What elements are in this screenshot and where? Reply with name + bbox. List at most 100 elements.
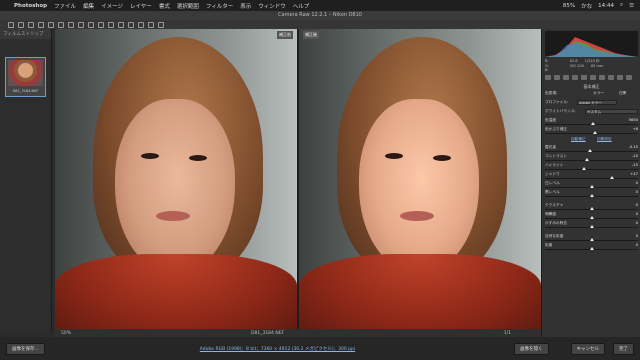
- slider-row: 色温度 5650: [545, 118, 638, 127]
- targeted-adjustment-icon[interactable]: [48, 21, 54, 28]
- tab-snapshots[interactable]: [626, 75, 632, 80]
- zoom-tool-icon[interactable]: [8, 21, 14, 28]
- slider-value[interactable]: -15: [632, 163, 638, 167]
- slider-value[interactable]: 0: [636, 221, 638, 225]
- slider-handle[interactable]: [609, 176, 614, 179]
- slider-handle[interactable]: [589, 185, 594, 188]
- red-eye-icon[interactable]: [98, 21, 104, 28]
- app-menu[interactable]: Photoshop: [14, 3, 47, 9]
- image-preview[interactable]: 補正前 補正後: [55, 29, 541, 329]
- graduated-filter-icon[interactable]: [118, 21, 124, 28]
- tab-detail[interactable]: [563, 75, 569, 80]
- slider-value[interactable]: 0: [636, 190, 638, 194]
- bottom-bar: 画像を保存... Adobe RGB (1998)；8 bit；7360 × 4…: [0, 337, 640, 360]
- slider-handle[interactable]: [589, 207, 594, 210]
- slider-value[interactable]: 0: [636, 212, 638, 216]
- auto-button[interactable]: 自動補正: [571, 137, 586, 142]
- slider-track[interactable]: [545, 133, 638, 134]
- straighten-tool-icon[interactable]: [68, 21, 74, 28]
- slider-handle[interactable]: [584, 158, 589, 161]
- slider-value[interactable]: -0.15: [628, 145, 638, 149]
- adjustments-panel: R: f/2.8 1/320 秒 G: ISO 200 85 mm B: 基本補…: [541, 29, 640, 337]
- open-image-button[interactable]: 画像を開く: [514, 342, 549, 355]
- crop-tool-icon[interactable]: [58, 21, 64, 28]
- rotate-left-icon[interactable]: [148, 21, 154, 28]
- radial-filter-icon[interactable]: [128, 21, 134, 28]
- menu-edit[interactable]: 編集: [83, 2, 94, 10]
- slider-row: 露光量 -0.15: [545, 145, 638, 154]
- before-photo[interactable]: 補正前: [55, 29, 297, 329]
- rotate-right-icon[interactable]: [158, 21, 164, 28]
- input-method[interactable]: かな: [581, 2, 592, 10]
- after-photo[interactable]: 補正後: [299, 29, 541, 329]
- tab-lens[interactable]: [590, 75, 596, 80]
- slider-value[interactable]: 0: [636, 234, 638, 238]
- slider-handle[interactable]: [589, 225, 594, 228]
- slider-handle[interactable]: [587, 149, 592, 152]
- menu-view[interactable]: 表示: [240, 2, 251, 10]
- section-title: 基本補正: [583, 84, 600, 89]
- treatment-bw[interactable]: 白黒: [619, 91, 626, 96]
- slider-handle[interactable]: [582, 167, 587, 170]
- treatment-color[interactable]: カラー: [593, 91, 604, 96]
- slider-value[interactable]: 5650: [629, 118, 638, 122]
- slider-handle[interactable]: [589, 216, 594, 219]
- tab-split[interactable]: [581, 75, 587, 80]
- menu-list-icon[interactable]: ☰: [629, 3, 634, 9]
- tab-effects[interactable]: [599, 75, 605, 80]
- slider-value[interactable]: -10: [632, 154, 638, 158]
- menu-select[interactable]: 選択範囲: [177, 2, 199, 10]
- slider-handle[interactable]: [591, 122, 596, 125]
- white-balance-tool-icon[interactable]: [28, 21, 34, 28]
- tab-basic[interactable]: [545, 75, 551, 80]
- slider-track[interactable]: [545, 169, 638, 170]
- slider-handle[interactable]: [589, 238, 594, 241]
- menu-file[interactable]: ファイル: [54, 2, 76, 10]
- slider-value[interactable]: 0: [636, 203, 638, 207]
- profile-row: プロファイル: Adobe カラー: [545, 100, 638, 109]
- tab-presets[interactable]: [617, 75, 623, 80]
- adjustment-brush-icon[interactable]: [108, 21, 114, 28]
- tab-hsl[interactable]: [572, 75, 578, 80]
- search-icon[interactable]: ⌕: [620, 2, 623, 9]
- filmstrip-thumbnail[interactable]: D81_3184.NEF: [5, 57, 46, 97]
- slider-value[interactable]: 0: [636, 243, 638, 247]
- color-sampler-icon[interactable]: [38, 21, 44, 28]
- transform-tool-icon[interactable]: [78, 21, 84, 28]
- preview-footer: 50% D81_3184.NEF 1/1: [55, 329, 541, 337]
- profile-select[interactable]: Adobe カラー: [577, 100, 617, 105]
- done-button[interactable]: 完了: [613, 342, 634, 355]
- clock[interactable]: 14:44: [598, 3, 614, 9]
- slider-value[interactable]: +8: [633, 127, 638, 131]
- menu-layer[interactable]: レイヤー: [130, 2, 152, 10]
- workflow-options-link[interactable]: Adobe RGB (1998)；8 bit；7360 × 4912 (36.2…: [200, 346, 355, 352]
- battery-status[interactable]: 85%: [563, 3, 575, 9]
- tab-calibration[interactable]: [608, 75, 614, 80]
- slider-row: ハイライト -15: [545, 163, 638, 172]
- slider-track[interactable]: [545, 178, 638, 179]
- menu-image[interactable]: イメージ: [101, 2, 123, 10]
- slider-track[interactable]: [545, 160, 638, 161]
- slider-handle[interactable]: [593, 131, 598, 134]
- filmstrip-panel: フィルムストリップ D81_3184.NEF: [0, 29, 52, 332]
- hand-tool-icon[interactable]: [18, 21, 24, 28]
- menu-type[interactable]: 書式: [159, 2, 170, 10]
- menu-filter[interactable]: フィルター: [206, 2, 233, 10]
- treatment-row: 色表現: カラー 白黒: [545, 91, 627, 96]
- menu-window[interactable]: ウィンドウ: [258, 2, 286, 10]
- slider-handle[interactable]: [589, 194, 594, 197]
- slider-value[interactable]: +47: [630, 172, 638, 176]
- default-button[interactable]: 初期設定: [597, 137, 612, 142]
- slider-value[interactable]: 0: [636, 181, 638, 185]
- cancel-button[interactable]: キャンセル: [570, 342, 605, 355]
- spot-removal-icon[interactable]: [88, 21, 94, 28]
- zoom-level[interactable]: 50%: [61, 331, 71, 336]
- slider-row: シャドウ +47: [545, 172, 638, 181]
- white-balance-select[interactable]: カスタム: [585, 109, 638, 114]
- slider-row: コントラスト -10: [545, 154, 638, 163]
- preferences-icon[interactable]: [138, 21, 144, 28]
- menu-help[interactable]: ヘルプ: [293, 2, 310, 10]
- save-image-button[interactable]: 画像を保存...: [6, 342, 45, 355]
- slider-handle[interactable]: [589, 247, 594, 250]
- tab-curve[interactable]: [554, 75, 560, 80]
